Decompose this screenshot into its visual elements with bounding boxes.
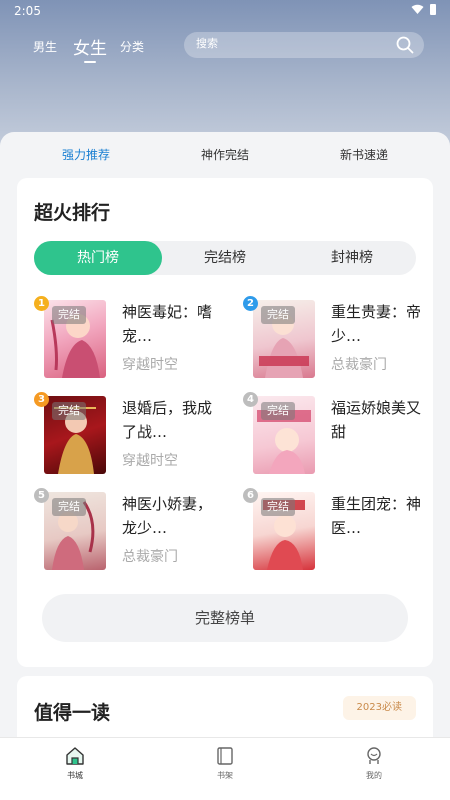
finished-tag: 完结 xyxy=(261,402,295,420)
book-title[interactable]: 神医小娇妻，龙少… xyxy=(122,492,214,540)
status-icons xyxy=(411,4,436,15)
bottom-nav-label: 我的 xyxy=(366,771,382,780)
active-tab-indicator xyxy=(84,61,96,63)
book-title[interactable]: 重生团宠：神医… xyxy=(331,492,423,540)
bookshelf-icon xyxy=(217,747,233,765)
bottom-nav-bookstore[interactable]: 书城 xyxy=(45,746,105,781)
book-item[interactable]: 6 完结 重生团宠：神医… xyxy=(243,488,433,572)
book-item[interactable]: 2 完结 重生贵妻：帝少… 总裁豪门 xyxy=(243,296,433,380)
book-title[interactable]: 神医毒妃：嗜宠… xyxy=(122,300,214,348)
search-icon[interactable] xyxy=(396,36,414,54)
book-category: 穿越时空 xyxy=(122,357,178,373)
finished-tag: 完结 xyxy=(52,402,86,420)
rank-badge: 6 xyxy=(243,488,258,503)
battery-icon xyxy=(430,4,436,15)
bottom-nav-label: 书架 xyxy=(217,771,233,780)
tab-female-label: 女生 xyxy=(73,39,107,59)
book-category: 总裁豪门 xyxy=(331,357,387,373)
ranking-card: 超火排行 热门榜 完结榜 封神榜 1 完结 神医毒妃：嗜宠… 穿越时空 2 完结… xyxy=(17,178,433,667)
bottom-nav-profile[interactable]: 我的 xyxy=(344,746,404,781)
tab-category[interactable]: 分类 xyxy=(120,38,144,55)
segment-finished[interactable]: 完结榜 xyxy=(161,241,289,275)
bookstore-icon xyxy=(66,747,84,765)
book-category: 穿越时空 xyxy=(122,453,178,469)
full-list-button[interactable]: 完整榜单 xyxy=(42,594,408,642)
tab-male[interactable]: 男生 xyxy=(33,38,57,55)
finished-tag: 完结 xyxy=(52,306,86,324)
finished-tag: 完结 xyxy=(261,498,295,516)
bottom-nav-label: 书城 xyxy=(67,771,83,780)
subtab-finished[interactable]: 神作完结 xyxy=(201,146,249,163)
book-item[interactable]: 4 完结 福运娇娘美又甜 xyxy=(243,392,433,476)
worth-reading-badge[interactable]: 2023必读 xyxy=(342,696,416,720)
main-content: 强力推荐 神作完结 新书速递 超火排行 热门榜 完结榜 封神榜 1 完结 神医毒… xyxy=(0,132,450,756)
profile-icon xyxy=(367,747,381,764)
status-time: 2:05 xyxy=(14,4,41,18)
book-item[interactable]: 3 完结 退婚后，我成了战… 穿越时空 xyxy=(34,392,224,476)
top-nav: 男生 女生 分类 xyxy=(0,30,450,63)
finished-tag: 完结 xyxy=(261,306,295,324)
rank-badge: 1 xyxy=(34,296,49,311)
book-item[interactable]: 5 完结 神医小娇妻，龙少… 总裁豪门 xyxy=(34,488,224,572)
bottom-nav-bookshelf[interactable]: 书架 xyxy=(195,746,255,781)
search-input[interactable] xyxy=(196,37,376,50)
segment-hot[interactable]: 热门榜 xyxy=(34,241,162,275)
book-title[interactable]: 重生贵妻：帝少… xyxy=(331,300,423,348)
rank-badge: 4 xyxy=(243,392,258,407)
segment-legend[interactable]: 封神榜 xyxy=(288,241,416,275)
rank-badge: 2 xyxy=(243,296,258,311)
book-category: 总裁豪门 xyxy=(122,549,178,565)
tab-female[interactable]: 女生 xyxy=(73,34,107,63)
subtab-new[interactable]: 新书速递 xyxy=(340,146,388,163)
rank-badge: 5 xyxy=(34,488,49,503)
search-box[interactable] xyxy=(184,32,424,58)
wifi-icon xyxy=(411,4,424,14)
book-item[interactable]: 1 完结 神医毒妃：嗜宠… 穿越时空 xyxy=(34,296,224,380)
subtab-recommend[interactable]: 强力推荐 xyxy=(62,146,110,163)
worth-reading-title: 值得一读 xyxy=(34,702,111,724)
bottom-nav: 书城 书架 我的 xyxy=(0,737,450,800)
ranking-segment-control: 热门榜 完结榜 封神榜 xyxy=(34,241,416,275)
book-title[interactable]: 退婚后，我成了战… xyxy=(122,396,214,444)
finished-tag: 完结 xyxy=(52,498,86,516)
ranking-title: 超火排行 xyxy=(34,202,111,224)
book-title[interactable]: 福运娇娘美又甜 xyxy=(331,396,423,444)
rank-badge: 3 xyxy=(34,392,49,407)
sub-tabs: 强力推荐 神作完结 新书速递 xyxy=(0,142,450,166)
status-bar: 2:05 xyxy=(0,0,450,22)
